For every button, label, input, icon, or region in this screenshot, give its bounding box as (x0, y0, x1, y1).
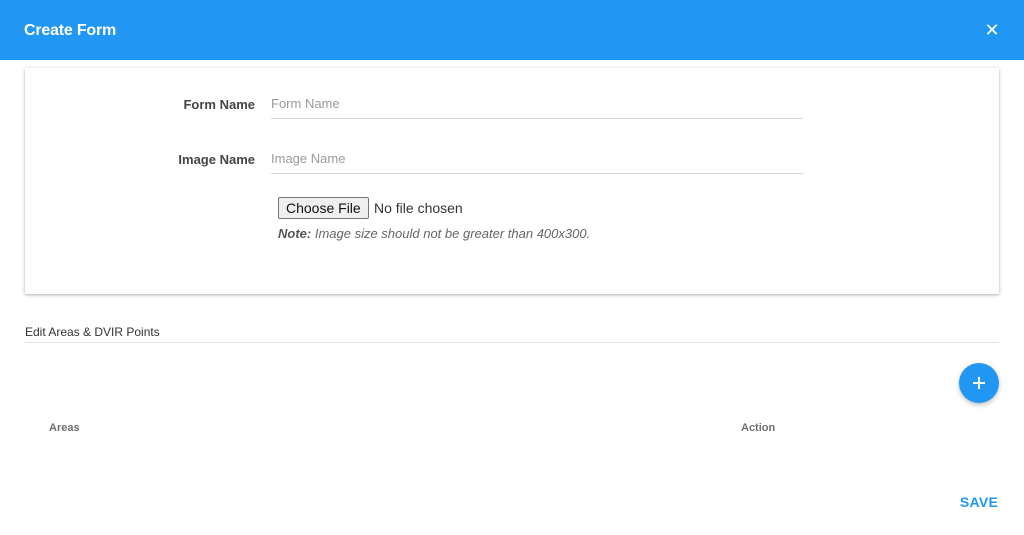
plus-icon-stroke (978, 377, 980, 389)
form-name-input[interactable] (271, 89, 803, 119)
save-button[interactable]: SAVE (950, 490, 1008, 514)
choose-file-button[interactable]: Choose File (278, 197, 369, 219)
close-icon[interactable]: ✕ (982, 21, 1002, 41)
section-divider (25, 342, 999, 343)
modal-title: Create Form (24, 22, 117, 39)
areas-section-title: Edit Areas & DVIR Points (25, 325, 160, 339)
note-prefix: Note: (278, 226, 312, 241)
table-header-areas: Areas (49, 422, 80, 434)
file-status-text: No file chosen (374, 200, 463, 216)
image-name-label: Image Name (178, 152, 255, 167)
add-area-button[interactable] (959, 363, 999, 403)
image-name-input[interactable] (271, 144, 803, 174)
modal-header: Create Form ✕ (0, 0, 1024, 60)
form-name-label: Form Name (183, 97, 255, 112)
image-size-note: Note: Image size should not be greater t… (278, 226, 590, 241)
table-header-action: Action (741, 422, 776, 434)
note-text: Image size should not be greater than 40… (311, 226, 591, 241)
form-card: Form Name Image Name Choose File No file… (25, 68, 999, 294)
